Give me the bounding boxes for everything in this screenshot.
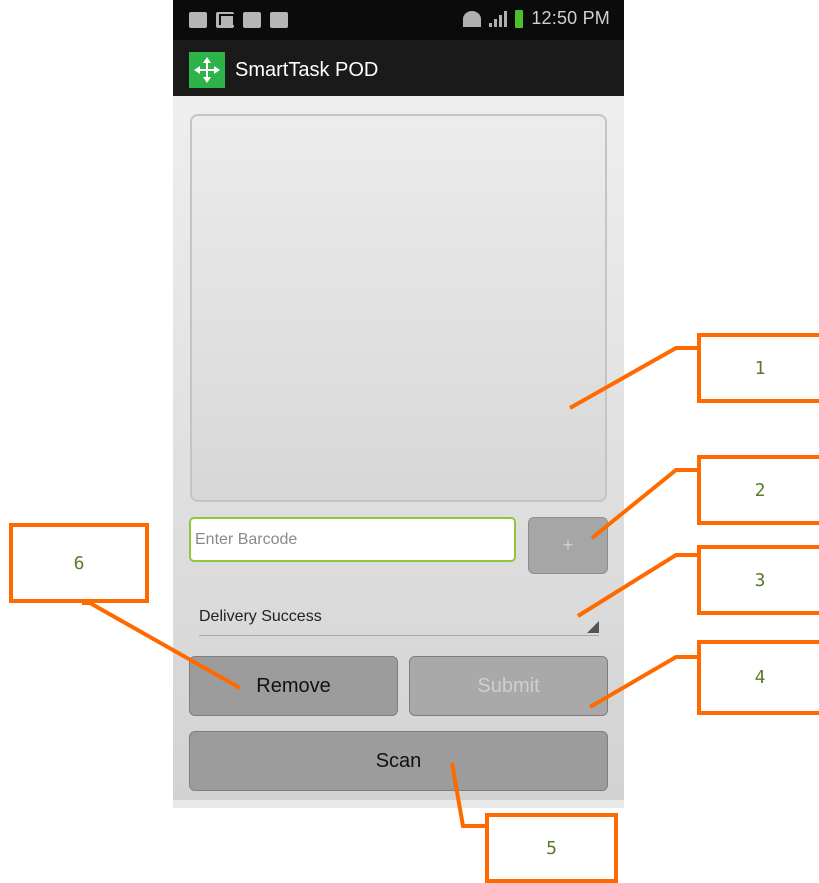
add-button-label: + [562,535,574,555]
scan-button[interactable]: Scan [189,731,608,791]
submit-button-label: Submit [477,674,540,697]
add-barcode-button[interactable]: + [528,517,608,574]
status-bar: 12:50 PM [173,0,624,40]
callout-label: 2 [754,479,766,501]
app-logo-icon [189,52,225,88]
mail-icon [216,12,235,28]
remove-button-label: Remove [256,674,331,697]
status-right: 12:50 PM [463,8,610,29]
submit-button[interactable]: Submit [409,656,608,716]
callout-label: 6 [73,552,85,574]
callout-label: 3 [754,569,766,591]
callout-5: 5 [485,813,618,883]
barcode-input[interactable] [189,517,516,562]
bottom-strip [173,800,624,808]
notification-icons [189,12,288,28]
wifi-icon [463,10,482,27]
delivery-status-select[interactable]: Delivery Success [199,600,599,636]
callout-label: 5 [546,837,557,859]
scan-button-label: Scan [375,749,422,772]
callout-2: 2 [697,455,819,525]
action-bar: SmartTask POD [173,40,624,96]
dropdown-arrow-icon [587,621,599,633]
callout-label: 4 [754,667,766,688]
phone-screen: 12:50 PM SmartTask POD + Delivery Succes… [173,0,624,808]
signal-icon [489,10,508,27]
clock-time: 12:50 PM [531,8,610,28]
callout-label: 1 [754,357,766,379]
callout-4: 4 [697,640,819,715]
remove-button[interactable]: Remove [189,656,398,716]
gallery-icon [189,12,207,28]
delivery-status-value: Delivery Success [199,608,322,625]
callout-6: 6 [9,523,149,603]
scanned-items-list[interactable] [190,114,607,502]
app-title: SmartTask POD [235,59,379,81]
callout-3: 3 [697,545,819,615]
play-store-icon [270,12,288,28]
callout-1: 1 [697,333,819,403]
play-store-icon [243,12,261,28]
battery-icon [515,9,524,28]
